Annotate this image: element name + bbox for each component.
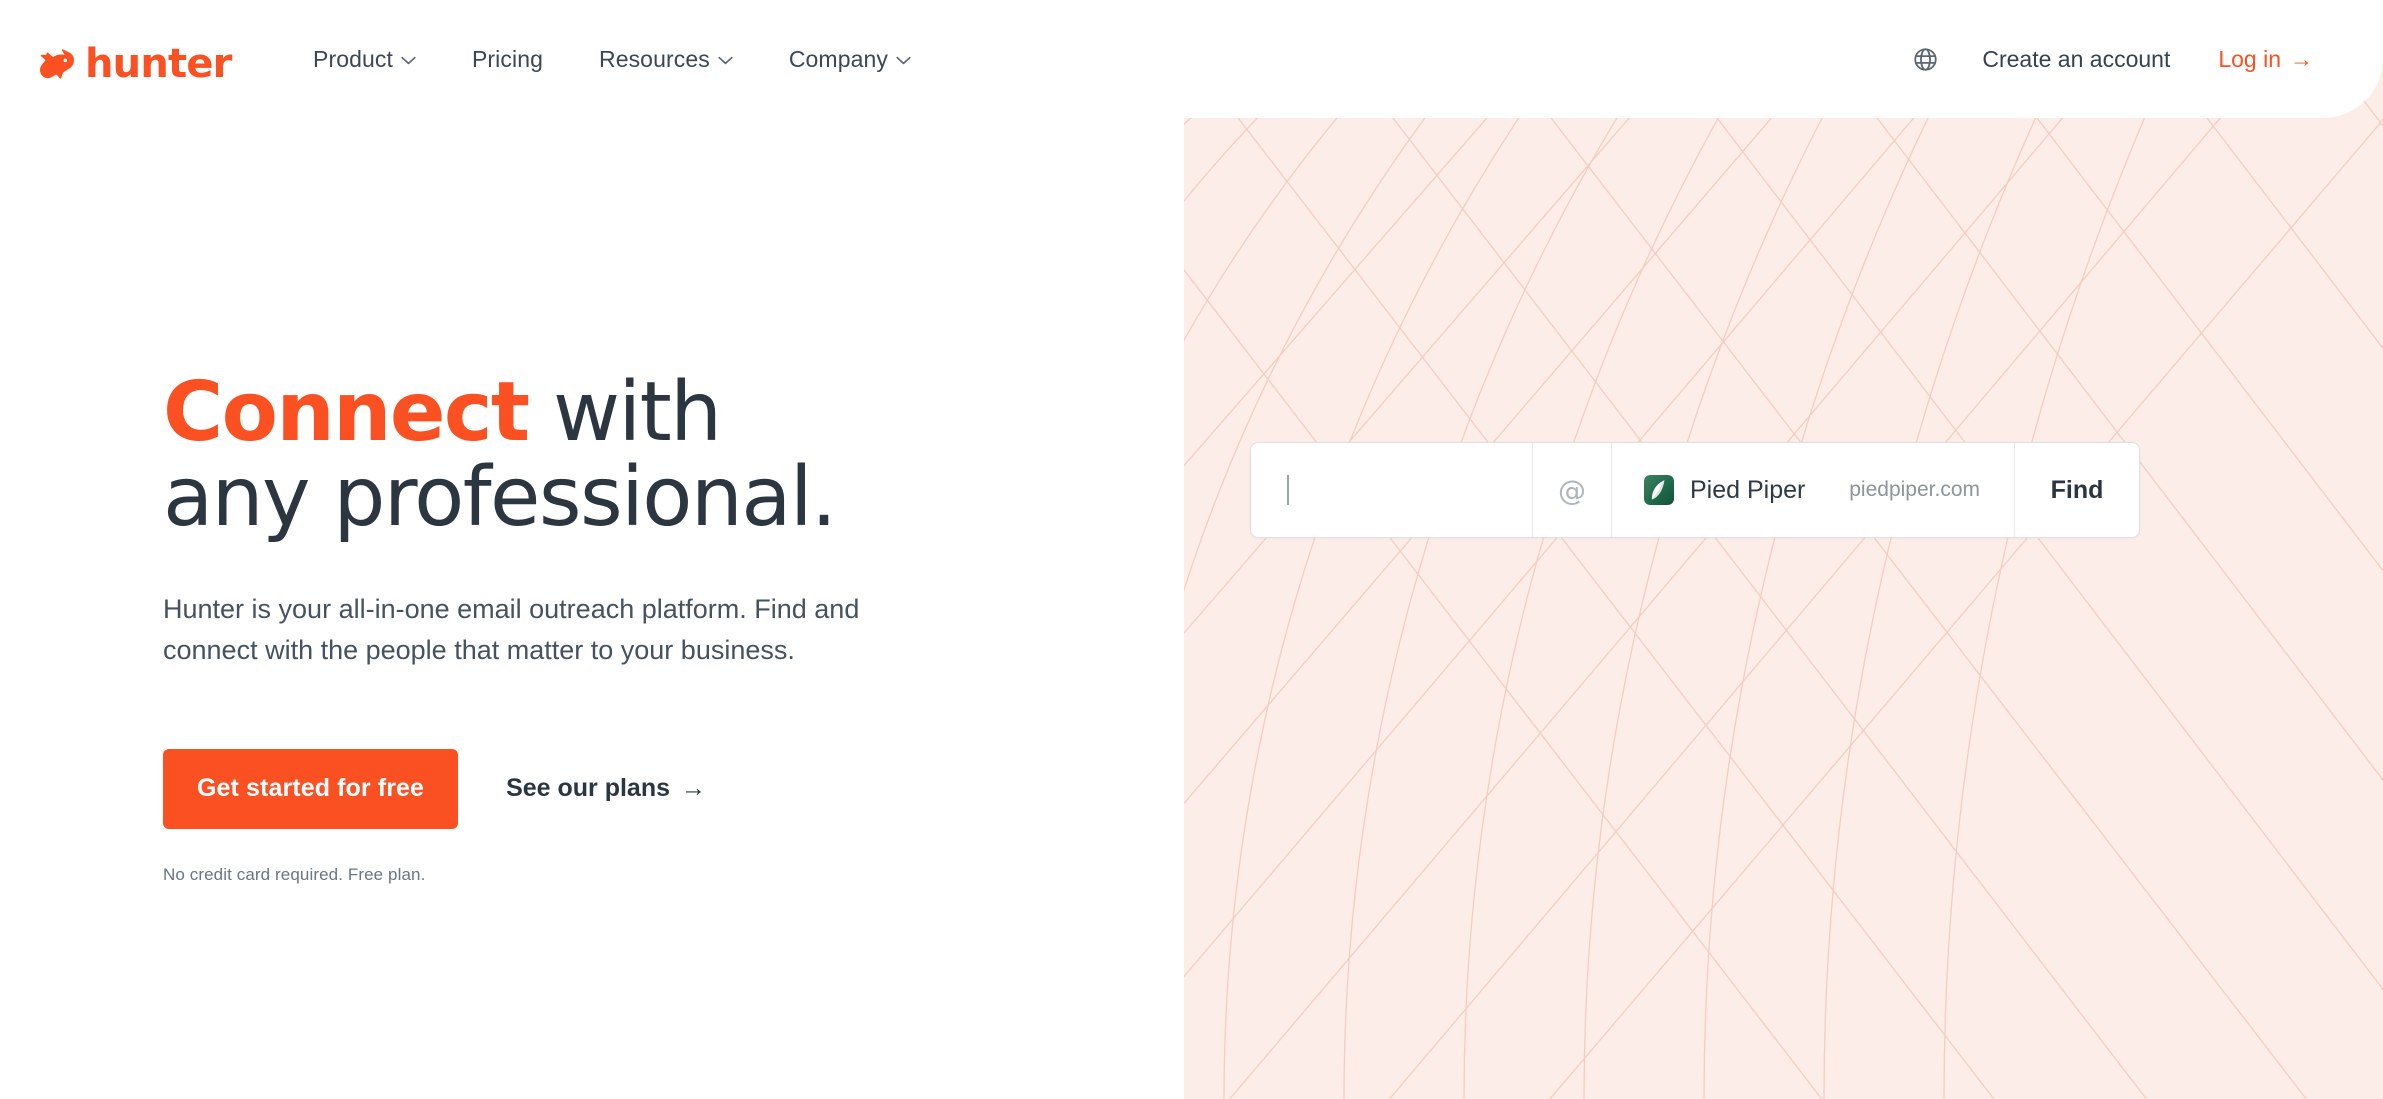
full-name-input[interactable] bbox=[1251, 443, 1532, 537]
create-account-link[interactable]: Create an account bbox=[1958, 46, 2194, 73]
cta-footnote: No credit card required. Free plan. bbox=[163, 864, 426, 884]
header-actions: Create an account Log in → bbox=[1902, 0, 2319, 118]
nav-item-company[interactable]: Company bbox=[761, 46, 939, 73]
company-selector[interactable]: Pied Piper piedpiper.com bbox=[1612, 443, 2014, 537]
nav-item-product[interactable]: Product bbox=[285, 46, 444, 73]
login-label: Log in bbox=[2218, 45, 2281, 72]
site-header: hunter Product Pricing Resources Company bbox=[0, 0, 2383, 118]
get-started-button[interactable]: Get started for free bbox=[163, 748, 459, 829]
hero-content: Connect with any professional. Hunter is… bbox=[163, 370, 1063, 885]
company-name: Pied Piper bbox=[1690, 475, 1806, 504]
company-domain: piedpiper.com bbox=[1849, 478, 1980, 501]
arrow-right-icon: → bbox=[2290, 45, 2313, 72]
globe-icon bbox=[1914, 47, 1937, 71]
panel-line-pattern bbox=[1184, 0, 2383, 1099]
headline-accent: Connect bbox=[163, 365, 530, 460]
email-finder-widget: @ Pied Piper piedpiper.com Find bbox=[1250, 442, 2140, 538]
brand-wordmark: hunter bbox=[85, 41, 232, 87]
fox-head-icon bbox=[40, 49, 74, 79]
arrow-right-icon: → bbox=[681, 774, 707, 803]
text-caret bbox=[1287, 475, 1289, 505]
find-button[interactable]: Find bbox=[2014, 443, 2139, 537]
pied-piper-logo-icon bbox=[1644, 475, 1674, 505]
nav-item-resources[interactable]: Resources bbox=[571, 46, 761, 73]
headline-rest: with bbox=[528, 365, 722, 460]
chevron-down-icon bbox=[896, 56, 911, 65]
at-separator: @ bbox=[1532, 443, 1612, 537]
hero-decorative-panel bbox=[1184, 0, 2383, 1099]
nav-item-label: Company bbox=[788, 45, 888, 72]
chevron-down-icon bbox=[401, 56, 416, 65]
hero-subcopy: Hunter is your all-in-one email outreach… bbox=[163, 593, 860, 665]
hunter-landing-page: hunter Product Pricing Resources Company bbox=[0, 0, 2383, 1099]
nav-item-label: Pricing bbox=[471, 45, 543, 72]
login-link[interactable]: Log in → bbox=[2194, 46, 2319, 73]
nav-item-pricing[interactable]: Pricing bbox=[444, 46, 571, 73]
language-switcher-button[interactable] bbox=[1902, 36, 1948, 82]
chevron-down-icon bbox=[718, 56, 733, 65]
see-our-plans-label: See our plans bbox=[506, 774, 671, 803]
primary-navigation: Product Pricing Resources Company bbox=[285, 0, 939, 118]
see-our-plans-button[interactable]: See our plans → bbox=[506, 774, 706, 803]
nav-item-label: Resources bbox=[598, 45, 710, 72]
find-button-label: Find bbox=[2050, 475, 2104, 504]
nav-item-label: Product bbox=[313, 45, 393, 72]
headline-line-two: any professional. bbox=[163, 450, 837, 546]
company-identity: Pied Piper bbox=[1644, 475, 1805, 505]
page-title: Connect with any professional. bbox=[163, 370, 1063, 541]
hero-cta-row: Get started for free See our plans → bbox=[163, 748, 1063, 829]
brand-logo-link[interactable]: hunter bbox=[40, 44, 232, 84]
